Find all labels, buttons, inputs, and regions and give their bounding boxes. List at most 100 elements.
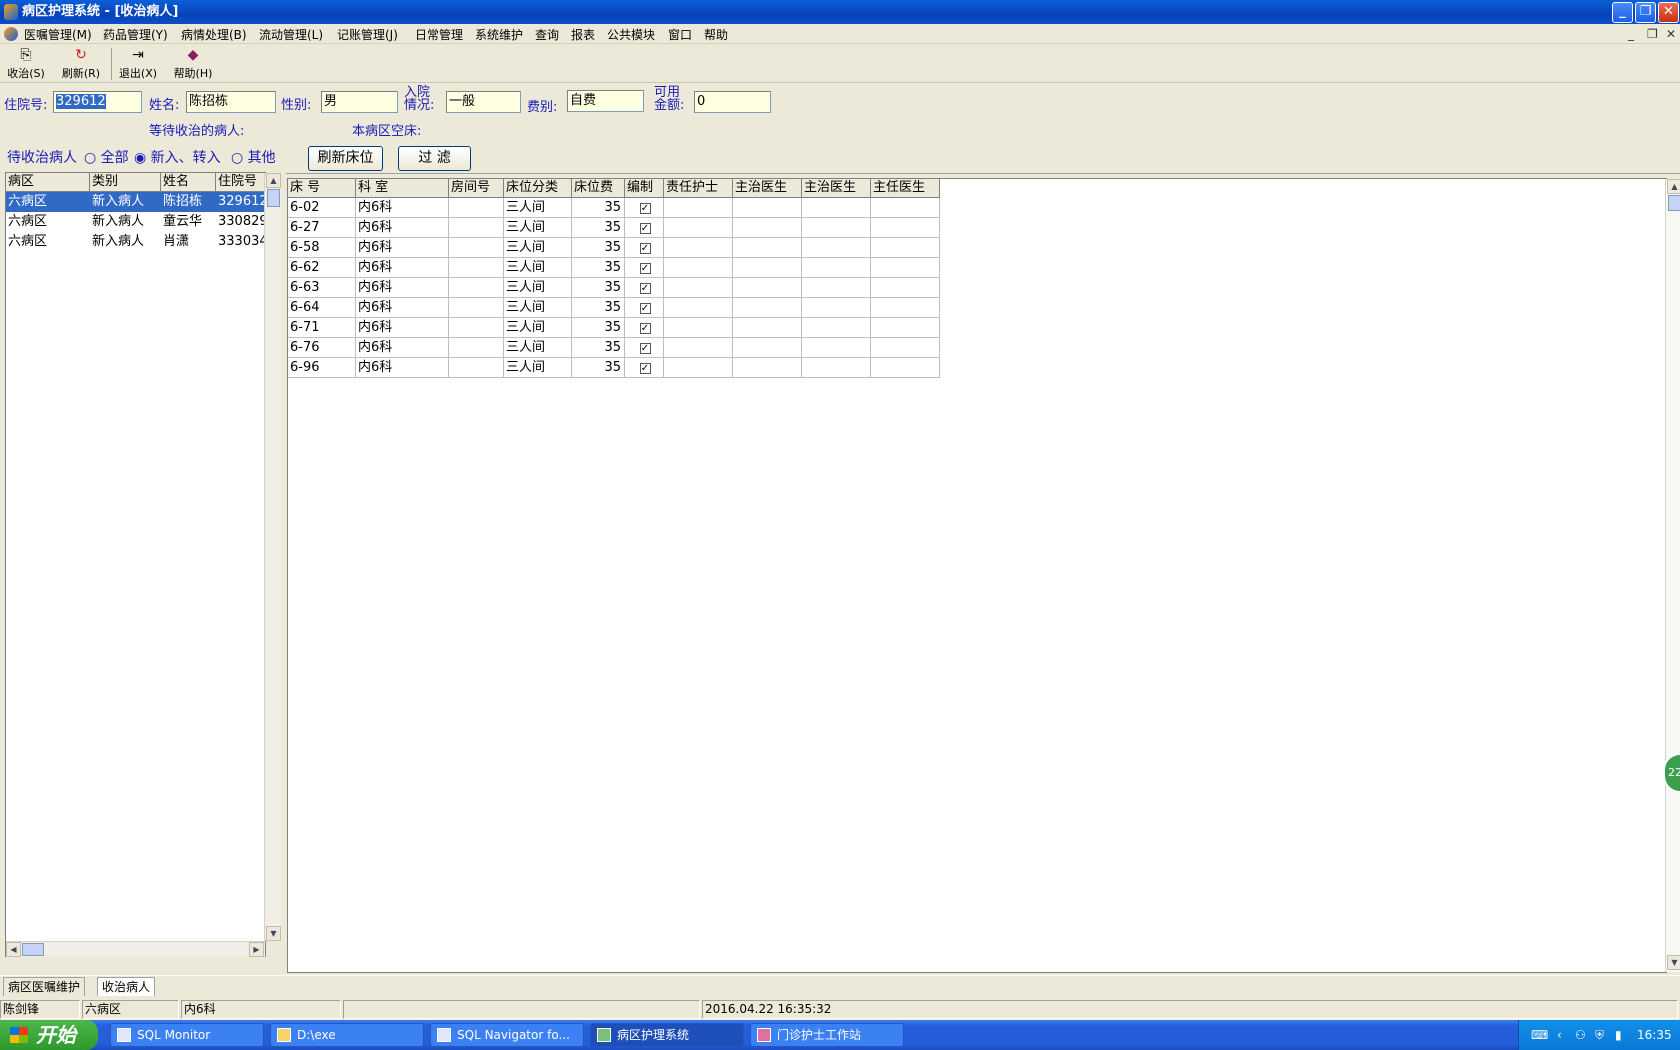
menu-billing[interactable]: 记账管理(J) — [337, 26, 398, 43]
scroll-right-icon[interactable]: ▶ — [249, 942, 264, 957]
gender-field[interactable]: 男 — [321, 91, 398, 113]
col-attending-2-header[interactable]: 主治医生 — [802, 179, 871, 198]
col-type-header[interactable]: 类别 — [90, 173, 161, 192]
table-row[interactable]: 六病区 新入病人 陈招栋 329612 — [6, 192, 265, 212]
staffed-checkbox[interactable]: ✓ — [625, 238, 664, 258]
tray-arrow-icon[interactable]: ‹ — [1557, 1020, 1562, 1050]
checkbox-icon[interactable]: ✓ — [639, 263, 651, 274]
scroll-down-icon[interactable]: ▼ — [266, 926, 281, 941]
checkbox-icon[interactable]: ✓ — [639, 223, 651, 234]
staffed-checkbox[interactable]: ✓ — [625, 358, 664, 378]
restore-button[interactable]: ❐ — [1635, 2, 1656, 23]
task-outpatient-nurse[interactable]: 门诊护士工作站 — [750, 1023, 904, 1047]
scroll-up-icon[interactable]: ▲ — [266, 173, 281, 188]
staffed-checkbox[interactable]: ✓ — [625, 258, 664, 278]
radio-all[interactable]: ○ 全部 — [84, 147, 129, 167]
right-scroll-down-icon[interactable]: ▼ — [1667, 955, 1680, 970]
table-row[interactable]: 六病区 新入病人 肖潇 333034 — [6, 232, 265, 252]
table-row[interactable]: 6-96 内6科 三人间 35 ✓ — [288, 358, 940, 378]
col-name-header[interactable]: 姓名 — [161, 173, 216, 192]
task-sql-monitor[interactable]: SQL Monitor — [110, 1023, 264, 1047]
left-vertical-scrollbar[interactable]: ▲ ▼ — [264, 173, 281, 941]
inpatient-no-field[interactable]: 329612 — [53, 91, 142, 113]
scroll-thumb[interactable] — [267, 189, 280, 207]
right-scroll-up-icon[interactable]: ▲ — [1667, 179, 1680, 194]
checkbox-icon[interactable]: ✓ — [639, 203, 651, 214]
staffed-checkbox[interactable]: ✓ — [625, 338, 664, 358]
col-no-header[interactable]: 住院号 — [216, 173, 271, 192]
filter-button[interactable]: 过 滤 — [398, 146, 471, 171]
exit-button[interactable]: ⇥ 退出(X) — [115, 47, 161, 81]
clock[interactable]: 16:35 — [1637, 1020, 1672, 1050]
table-row[interactable]: 6-02 内6科 三人间 35 ✓ — [288, 198, 940, 218]
mdi-restore-button[interactable]: ❐ — [1647, 27, 1658, 41]
col-bed-fee-header[interactable]: 床位费 — [572, 179, 625, 198]
table-row[interactable]: 6-76 内6科 三人间 35 ✓ — [288, 338, 940, 358]
col-attending-header[interactable]: 主治医生 — [733, 179, 802, 198]
menu-condition[interactable]: 病情处理(B) — [181, 26, 247, 43]
keyboard-icon[interactable]: ⌨ — [1531, 1020, 1548, 1050]
admit-button[interactable]: ⎘ 收治(S) — [4, 47, 48, 81]
menu-orders[interactable]: 医嘱管理(M) — [24, 26, 92, 43]
radio-new[interactable]: ◉ 新入、转入 — [134, 147, 221, 167]
refresh-button[interactable]: ↻ 刷新(R) — [58, 47, 104, 81]
name-field[interactable]: 陈招栋 — [186, 91, 276, 113]
checkbox-icon[interactable]: ✓ — [639, 243, 651, 254]
menu-system[interactable]: 系统维护 — [475, 26, 523, 43]
fee-field[interactable]: 自费 — [567, 90, 644, 112]
col-dept-header[interactable]: 科 室 — [356, 179, 449, 198]
menu-window[interactable]: 窗口 — [668, 26, 692, 43]
shield-icon[interactable]: ▮ — [1615, 1020, 1622, 1050]
app-menu-icon[interactable] — [4, 27, 18, 41]
table-row[interactable]: 6-27 内6科 三人间 35 ✓ — [288, 218, 940, 238]
task-sql-navigator[interactable]: SQL Navigator fo... — [430, 1023, 584, 1047]
col-bed-no-header[interactable]: 床 号 — [288, 179, 356, 198]
network-icon[interactable]: ⚇ — [1575, 1020, 1586, 1050]
help-button[interactable]: ◆ 帮助(H) — [170, 47, 216, 81]
col-room-header[interactable]: 房间号 — [449, 179, 504, 198]
radio-other[interactable]: ○ 其他 — [231, 147, 276, 167]
staffed-checkbox[interactable]: ✓ — [625, 198, 664, 218]
col-ward-header[interactable]: 病区 — [6, 173, 90, 192]
staffed-checkbox[interactable]: ✓ — [625, 278, 664, 298]
start-button[interactable]: 开始 — [0, 1020, 98, 1050]
checkbox-icon[interactable]: ✓ — [639, 363, 651, 374]
col-chief-header[interactable]: 主任医生 — [871, 179, 940, 198]
refresh-beds-button[interactable]: 刷新床位 — [308, 146, 383, 171]
table-row[interactable]: 6-64 内6科 三人间 35 ✓ — [288, 298, 940, 318]
staffed-checkbox[interactable]: ✓ — [625, 298, 664, 318]
checkbox-icon[interactable]: ✓ — [639, 283, 651, 294]
right-vertical-scrollbar[interactable]: ▲ ▼ — [1665, 179, 1680, 972]
checkbox-icon[interactable]: ✓ — [639, 343, 651, 354]
task-ward-nursing[interactable]: 病区护理系统 — [590, 1023, 744, 1047]
tab-order-maintenance[interactable]: 病区医嘱维护 — [3, 977, 86, 996]
close-button[interactable]: ✕ — [1658, 2, 1679, 23]
hscroll-thumb[interactable] — [22, 943, 44, 956]
admission-field[interactable]: 一般 — [446, 91, 521, 113]
staffed-checkbox[interactable]: ✓ — [625, 318, 664, 338]
menu-help[interactable]: 帮助 — [704, 26, 728, 43]
col-staffed-header[interactable]: 编制 — [625, 179, 664, 198]
staffed-checkbox[interactable]: ✓ — [625, 218, 664, 238]
table-row[interactable]: 6-63 内6科 三人间 35 ✓ — [288, 278, 940, 298]
scroll-left-icon[interactable]: ◀ — [6, 942, 21, 957]
minimize-button[interactable]: _ — [1612, 2, 1633, 23]
left-horizontal-scrollbar[interactable]: ◀ ▶ — [6, 941, 265, 957]
table-row[interactable]: 6-58 内6科 三人间 35 ✓ — [288, 238, 940, 258]
mdi-minimize-button[interactable]: _ — [1628, 27, 1634, 41]
tab-admit-patients[interactable]: 收治病人 — [97, 977, 156, 996]
checkbox-icon[interactable]: ✓ — [639, 303, 651, 314]
table-row[interactable]: 6-62 内6科 三人间 35 ✓ — [288, 258, 940, 278]
mdi-close-button[interactable]: ✕ — [1666, 27, 1676, 41]
task-explorer[interactable]: D:\exe — [270, 1023, 424, 1047]
menu-drugs[interactable]: 药品管理(Y) — [103, 26, 168, 43]
right-scroll-thumb[interactable] — [1668, 195, 1680, 211]
checkbox-icon[interactable]: ✓ — [639, 323, 651, 334]
avail-field[interactable]: 0 — [694, 91, 771, 113]
menu-report[interactable]: 报表 — [571, 26, 595, 43]
table-row[interactable]: 六病区 新入病人 童云华 330829 — [6, 212, 265, 232]
menu-query[interactable]: 查询 — [535, 26, 559, 43]
col-bed-class-header[interactable]: 床位分类 — [504, 179, 572, 198]
menu-flow[interactable]: 流动管理(L) — [259, 26, 323, 43]
menu-daily[interactable]: 日常管理 — [415, 26, 463, 43]
